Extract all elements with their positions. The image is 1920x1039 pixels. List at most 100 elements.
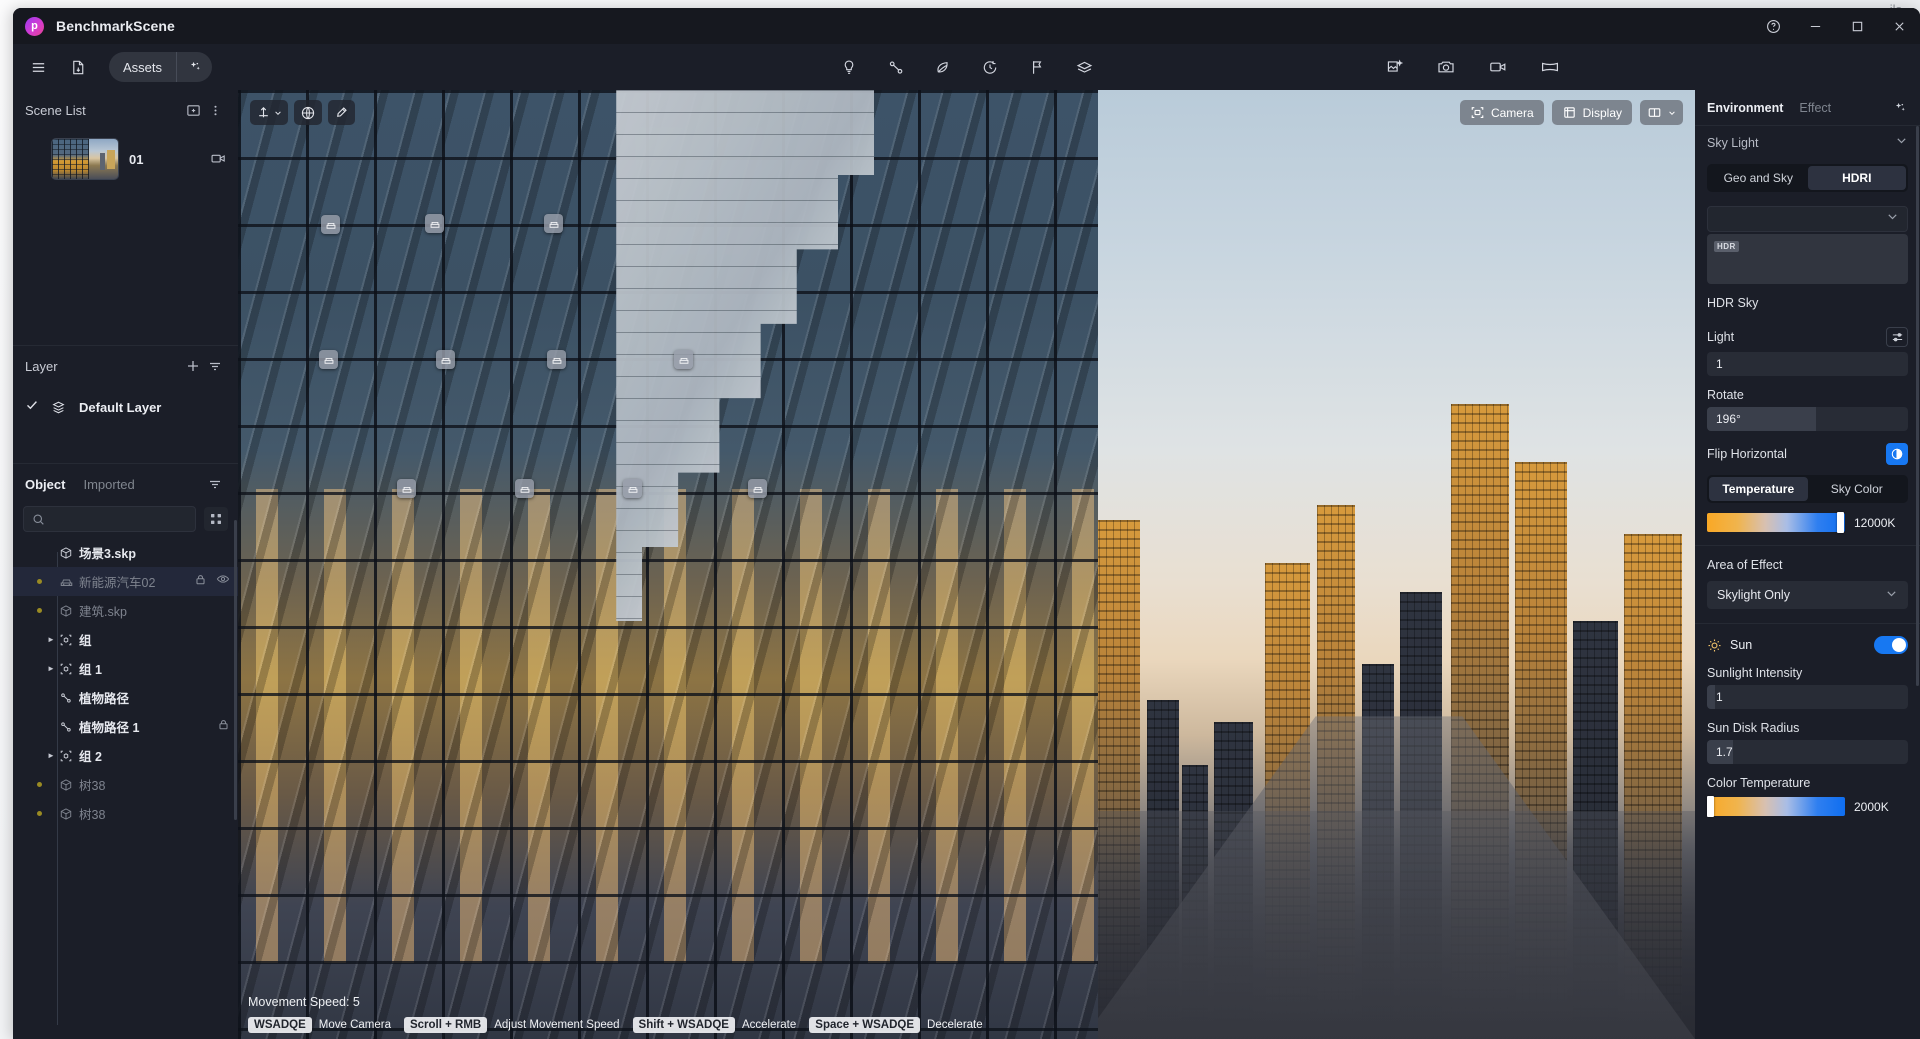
table-row[interactable]: 场景3.skp bbox=[13, 538, 238, 567]
grid-view-icon[interactable] bbox=[204, 507, 228, 531]
rotate-value: 196° bbox=[1716, 412, 1741, 426]
plus-icon[interactable] bbox=[182, 355, 204, 377]
sun-toggle[interactable] bbox=[1874, 636, 1908, 654]
tab-imported[interactable]: Imported bbox=[83, 477, 134, 492]
hdri-preview-card[interactable]: HDR bbox=[1707, 234, 1908, 284]
globe-icon[interactable] bbox=[294, 100, 322, 125]
scene-thumbnail[interactable] bbox=[51, 138, 119, 180]
chevron-down-icon[interactable] bbox=[1886, 210, 1899, 228]
sky-temperature-slider[interactable] bbox=[1707, 512, 1845, 533]
tree-item-label: 新能源汽车02 bbox=[79, 576, 156, 590]
sofa-pin-icon[interactable] bbox=[674, 350, 693, 369]
table-row[interactable]: 树38 bbox=[13, 799, 238, 828]
hamburger-menu-icon[interactable] bbox=[23, 52, 53, 82]
area-of-effect-select[interactable]: Skylight Only bbox=[1707, 581, 1908, 609]
more-vertical-icon[interactable] bbox=[204, 99, 226, 121]
viewport-3d[interactable]: Camera Display Movement Speed: 5 WSADQE … bbox=[238, 90, 1695, 1039]
sparkle-icon[interactable] bbox=[1892, 100, 1908, 116]
camera-switch-icon[interactable] bbox=[210, 150, 228, 168]
panorama-icon[interactable] bbox=[1535, 52, 1565, 82]
tab-environment[interactable]: Environment bbox=[1707, 101, 1783, 115]
check-icon[interactable] bbox=[25, 398, 39, 417]
video-camera-icon[interactable] bbox=[1483, 52, 1513, 82]
contrast-icon[interactable] bbox=[1886, 443, 1908, 465]
assets-button[interactable]: Assets bbox=[109, 52, 176, 82]
table-row[interactable]: ► 组 2 bbox=[13, 741, 238, 770]
table-row[interactable]: 建筑.skp bbox=[13, 596, 238, 625]
search-box[interactable] bbox=[23, 506, 196, 532]
sparkle-icon[interactable] bbox=[176, 52, 212, 82]
transform-gizmo-icon[interactable] bbox=[250, 100, 288, 125]
chevron-right-icon[interactable]: ► bbox=[46, 635, 56, 644]
lock-icon[interactable] bbox=[217, 718, 230, 736]
eye-icon[interactable] bbox=[216, 572, 230, 591]
glass-tower-model[interactable] bbox=[238, 90, 1098, 1039]
eyedropper-icon[interactable] bbox=[328, 100, 355, 125]
chevron-right-icon[interactable]: ► bbox=[46, 751, 56, 760]
sky-light-header[interactable]: Sky Light bbox=[1695, 126, 1920, 160]
sofa-pin-icon[interactable] bbox=[436, 350, 455, 369]
lock-icon[interactable] bbox=[194, 573, 207, 591]
sunlight-intensity-field[interactable]: 1 bbox=[1707, 685, 1908, 709]
display-button[interactable]: Display bbox=[1551, 100, 1632, 125]
clock-icon[interactable] bbox=[975, 52, 1005, 82]
light-icon[interactable] bbox=[834, 52, 864, 82]
leaf-icon[interactable] bbox=[928, 52, 958, 82]
light-intensity-field[interactable]: 1 bbox=[1707, 352, 1908, 376]
sofa-pin-icon[interactable] bbox=[321, 215, 340, 234]
terrain-icon[interactable] bbox=[1069, 52, 1099, 82]
camera-icon[interactable] bbox=[1431, 52, 1461, 82]
camera-button[interactable]: Camera bbox=[1459, 100, 1544, 125]
table-row[interactable]: 植物路径 bbox=[13, 683, 238, 712]
sun-color-temperature-slider[interactable] bbox=[1707, 796, 1845, 817]
chevron-right-icon[interactable]: ► bbox=[46, 664, 56, 673]
tab-effect[interactable]: Effect bbox=[1799, 101, 1831, 115]
sofa-pin-icon[interactable] bbox=[397, 479, 416, 498]
left-panel-scrollbar[interactable] bbox=[234, 520, 237, 820]
keyboard-hints: WSADQE Move Camera Scroll + RMB Adjust M… bbox=[248, 1017, 1695, 1033]
sofa-pin-icon[interactable] bbox=[547, 350, 566, 369]
segment-sky-color[interactable]: Sky Color bbox=[1808, 477, 1907, 501]
segment-hdri[interactable]: HDRI bbox=[1807, 166, 1906, 190]
table-row[interactable]: ► 组 bbox=[13, 625, 238, 654]
table-row[interactable]: 树38 bbox=[13, 770, 238, 799]
close-icon[interactable] bbox=[1878, 8, 1920, 44]
magic-image-icon[interactable] bbox=[1379, 52, 1409, 82]
layout-split-icon bbox=[1648, 108, 1661, 117]
segment-temperature[interactable]: Temperature bbox=[1709, 477, 1808, 501]
sliders-icon[interactable] bbox=[1886, 327, 1908, 347]
hdri-select[interactable] bbox=[1707, 206, 1908, 232]
help-circle-icon[interactable] bbox=[1752, 8, 1794, 44]
table-row[interactable]: 植物路径 1 bbox=[13, 712, 238, 741]
search-input[interactable] bbox=[51, 512, 187, 526]
add-scene-icon[interactable] bbox=[182, 99, 204, 121]
sofa-pin-icon[interactable] bbox=[319, 350, 338, 369]
chevron-down-icon[interactable] bbox=[1895, 134, 1908, 152]
sofa-pin-icon[interactable] bbox=[515, 479, 534, 498]
table-row[interactable]: ► 组 1 bbox=[13, 654, 238, 683]
sunlight-intensity-text: Sunlight Intensity bbox=[1707, 666, 1803, 680]
sofa-pin-icon[interactable] bbox=[544, 214, 563, 233]
sun-disk-radius-field[interactable]: 1.7 bbox=[1707, 740, 1908, 764]
slider-knob[interactable] bbox=[1707, 796, 1714, 817]
sofa-pin-icon[interactable] bbox=[748, 479, 767, 498]
maximize-icon[interactable] bbox=[1836, 8, 1878, 44]
slider-knob[interactable] bbox=[1836, 512, 1844, 533]
sofa-pin-icon[interactable] bbox=[425, 214, 444, 233]
segment-geo-and-sky[interactable]: Geo and Sky bbox=[1709, 166, 1808, 190]
layout-split-button[interactable] bbox=[1640, 100, 1683, 125]
filter-icon[interactable] bbox=[204, 355, 226, 377]
filter-icon[interactable] bbox=[204, 473, 226, 495]
layer-item-default[interactable]: Default Layer bbox=[13, 392, 238, 422]
minimize-icon[interactable] bbox=[1794, 8, 1836, 44]
rotate-field[interactable]: 196° bbox=[1707, 407, 1908, 431]
path-icon[interactable] bbox=[881, 52, 911, 82]
flag-icon[interactable] bbox=[1022, 52, 1052, 82]
table-row[interactable]: 新能源汽车02 bbox=[13, 567, 238, 596]
right-panel-scrollbar[interactable] bbox=[1916, 126, 1919, 686]
tab-object[interactable]: Object bbox=[25, 477, 65, 492]
file-import-icon[interactable] bbox=[63, 52, 93, 82]
sofa-pin-icon[interactable] bbox=[623, 479, 642, 498]
chevron-down-icon[interactable] bbox=[1885, 587, 1898, 603]
scene-list-item[interactable]: 01 bbox=[51, 136, 228, 182]
